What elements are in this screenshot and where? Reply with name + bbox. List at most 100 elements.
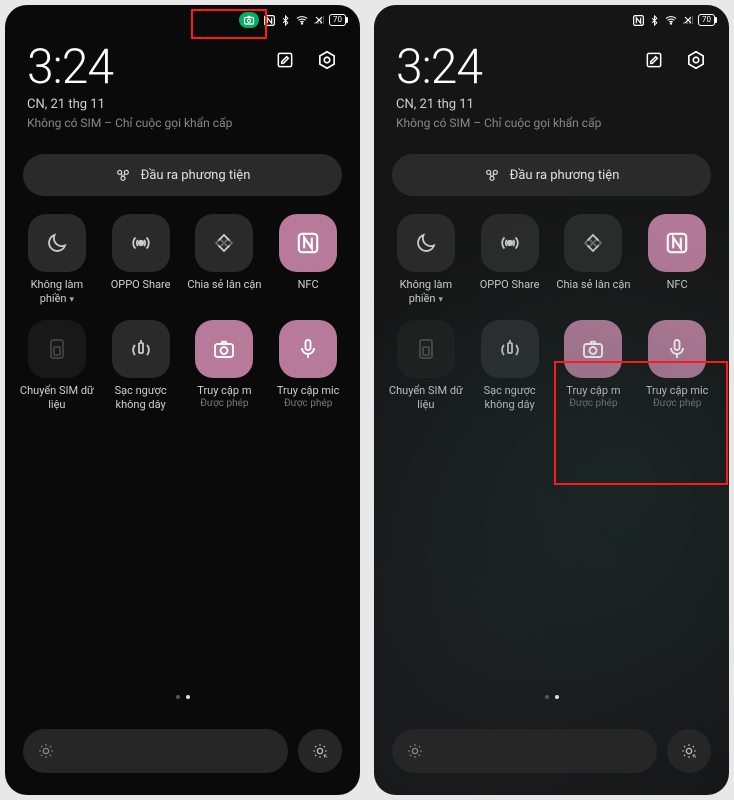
- qs-tile-mic: Truy cập micĐược phép: [266, 320, 350, 412]
- qs-tile-label: Chia sẻ lân cận: [556, 278, 630, 292]
- brightness-row: A: [23, 729, 342, 773]
- qs-tile-button[interactable]: [279, 320, 337, 378]
- status-bar: 70: [5, 5, 360, 31]
- svg-text:A: A: [324, 754, 328, 760]
- qs-tile-button[interactable]: [397, 320, 455, 378]
- qs-header: 3:24 CN, 21 thg 11 Không có SIM – Chỉ cu…: [374, 31, 729, 136]
- qs-tile-button[interactable]: [648, 320, 706, 378]
- qs-tile-broadcast: OPPO Share: [99, 214, 183, 306]
- page-indicator: [374, 695, 729, 699]
- chevron-down-icon: ▾: [439, 295, 444, 305]
- page-dot: [186, 695, 190, 699]
- qs-tile-label: Chia sẻ lân cận: [187, 278, 261, 292]
- chevron-down-icon: ▾: [70, 295, 75, 305]
- battery-indicator: 70: [698, 14, 715, 26]
- qs-tile-camera: Truy cập mĐược phép: [183, 320, 267, 412]
- page-indicator: [5, 695, 360, 699]
- qs-tile-sim: Chuyển SIM dữ liệu: [15, 320, 99, 412]
- qs-tiles-left: Không làm phiền▾ OPPO Share Chia sẻ lân cậ…: [5, 208, 360, 418]
- qs-tile-button[interactable]: [564, 320, 622, 378]
- settings-icon[interactable]: [685, 49, 707, 71]
- phone-left: 70 3:24 CN, 21 thg 11 Không có SIM – Chỉ…: [5, 5, 360, 795]
- qs-tile-button[interactable]: [28, 320, 86, 378]
- auto-brightness-button[interactable]: A: [667, 729, 711, 773]
- bluetooth-status-icon: [280, 14, 291, 27]
- svg-text:A: A: [693, 754, 697, 760]
- qs-tile-button[interactable]: [195, 214, 253, 272]
- qs-tile-sublabel: Được phép: [200, 398, 248, 410]
- qs-tile-button[interactable]: [397, 214, 455, 272]
- camera-in-use-indicator: [239, 12, 259, 28]
- qs-tile-moon: Không làm phiền▾: [384, 214, 468, 306]
- wifi-status-icon: [295, 14, 309, 26]
- qs-tile-label: Truy cập mic: [277, 384, 340, 398]
- date: CN, 21 thg 11: [27, 97, 338, 112]
- qs-tile-label: NFC: [667, 278, 688, 292]
- media-output-button[interactable]: Đầu ra phương tiện: [23, 154, 342, 196]
- media-output-label: Đầu ra phương tiện: [510, 168, 620, 183]
- qs-tile-button[interactable]: [481, 214, 539, 272]
- sim-status: Không có SIM – Chỉ cuộc gọi khẩn cấp: [396, 116, 707, 130]
- date: CN, 21 thg 11: [396, 97, 707, 112]
- qs-tile-label: Không làm phiền▾: [388, 278, 464, 306]
- sim-status: Không có SIM – Chỉ cuộc gọi khẩn cấp: [27, 116, 338, 130]
- qs-tile-nearby: Chia sẻ lân cận: [183, 214, 267, 306]
- qs-tile-sublabel: Được phép: [653, 398, 701, 410]
- sun-icon: [37, 742, 55, 760]
- status-bar: 70: [374, 5, 729, 31]
- qs-tile-label: Sạc ngược không dây: [103, 384, 179, 412]
- page-dot: [555, 695, 559, 699]
- qs-tiles-right: Không làm phiền▾ OPPO Share Chia sẻ lân cậ…: [374, 208, 729, 418]
- qs-tile-button[interactable]: [112, 214, 170, 272]
- qs-tile-label: Truy cập mic: [646, 384, 709, 398]
- nfc-status-icon: [263, 14, 276, 27]
- media-icon: [484, 167, 500, 183]
- qs-tile-charge: Sạc ngược không dây: [99, 320, 183, 412]
- qs-tile-label: Truy cập m: [566, 384, 620, 398]
- qs-tile-nearby: Chia sẻ lân cận: [552, 214, 636, 306]
- qs-tile-sublabel: Được phép: [569, 398, 617, 410]
- qs-tile-nfc: NFC: [635, 214, 719, 306]
- edit-tiles-icon[interactable]: [274, 49, 296, 71]
- qs-tile-nfc: NFC: [266, 214, 350, 306]
- qs-tile-button[interactable]: [112, 320, 170, 378]
- media-output-label: Đầu ra phương tiện: [141, 168, 251, 183]
- qs-tile-label: Sạc ngược không dây: [472, 384, 548, 412]
- qs-tile-charge: Sạc ngược không dây: [468, 320, 552, 412]
- signal-none-icon: [682, 14, 694, 26]
- page-dot: [545, 695, 549, 699]
- bluetooth-status-icon: [649, 14, 660, 27]
- sun-auto-icon: A: [680, 742, 698, 760]
- qs-tile-label: OPPO Share: [111, 278, 171, 292]
- sun-icon: [406, 742, 424, 760]
- qs-tile-button[interactable]: [195, 320, 253, 378]
- auto-brightness-button[interactable]: A: [298, 729, 342, 773]
- qs-tile-broadcast: OPPO Share: [468, 214, 552, 306]
- phone-right: 70 3:24 CN, 21 thg 11 Không có SIM – Chỉ…: [374, 5, 729, 795]
- qs-tile-button[interactable]: [481, 320, 539, 378]
- qs-tile-label: OPPO Share: [480, 278, 540, 292]
- edit-tiles-icon[interactable]: [643, 49, 665, 71]
- settings-icon[interactable]: [316, 49, 338, 71]
- qs-tile-button[interactable]: [648, 214, 706, 272]
- sun-auto-icon: A: [311, 742, 329, 760]
- qs-tile-moon: Không làm phiền▾: [15, 214, 99, 306]
- brightness-slider[interactable]: [23, 729, 288, 773]
- brightness-slider[interactable]: [392, 729, 657, 773]
- wifi-status-icon: [664, 14, 678, 26]
- qs-tile-button[interactable]: [279, 214, 337, 272]
- signal-none-icon: [313, 14, 325, 26]
- qs-tile-label: Truy cập m: [197, 384, 251, 398]
- brightness-row: A: [392, 729, 711, 773]
- qs-tile-label: Chuyển SIM dữ liệu: [388, 384, 464, 412]
- qs-tile-sim: Chuyển SIM dữ liệu: [384, 320, 468, 412]
- battery-indicator: 70: [329, 14, 346, 26]
- media-icon: [115, 167, 131, 183]
- media-output-button[interactable]: Đầu ra phương tiện: [392, 154, 711, 196]
- nfc-status-icon: [632, 14, 645, 27]
- qs-tile-button[interactable]: [28, 214, 86, 272]
- qs-tile-button[interactable]: [564, 214, 622, 272]
- qs-tile-label: NFC: [298, 278, 319, 292]
- qs-tile-label: Chuyển SIM dữ liệu: [19, 384, 95, 412]
- page-dot: [176, 695, 180, 699]
